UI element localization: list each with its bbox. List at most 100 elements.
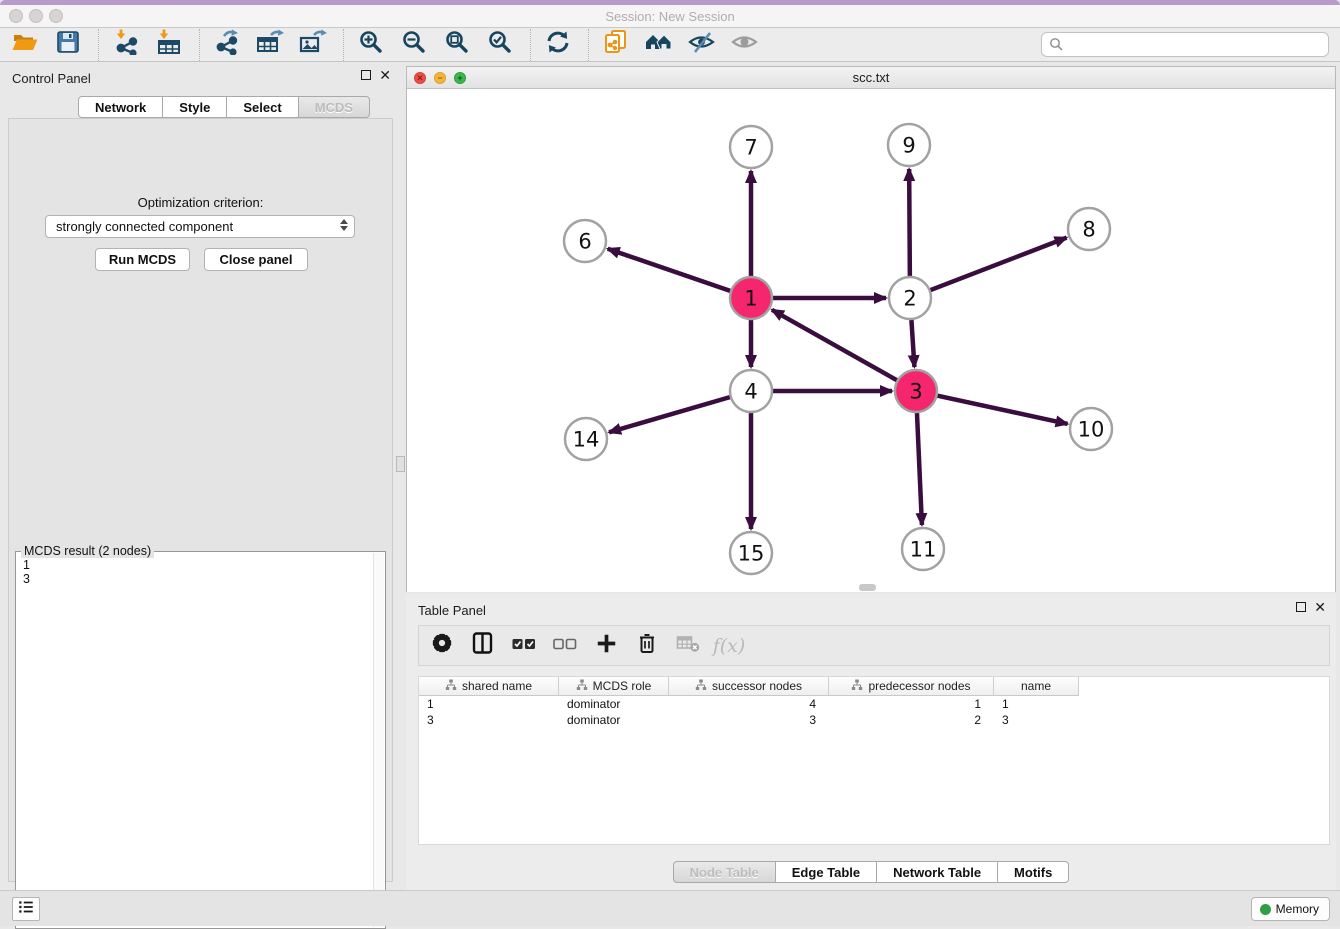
table-cell[interactable]: 3 xyxy=(419,712,559,728)
close-panel-button[interactable]: Close panel xyxy=(204,248,308,271)
tab-edge-table[interactable]: Edge Table xyxy=(775,861,877,883)
open-session-button[interactable] xyxy=(10,30,40,60)
close-table-panel-icon[interactable]: ✕ xyxy=(1314,602,1326,612)
column-header-MCDS-role[interactable]: MCDS role xyxy=(559,677,669,696)
graph-node-14[interactable]: 14 xyxy=(565,418,607,460)
main-toolbar xyxy=(0,28,1340,62)
graph-node-9[interactable]: 9 xyxy=(888,124,930,166)
table-row[interactable]: 3dominator323 xyxy=(419,712,1329,728)
canvas-scrollbar-thumb[interactable] xyxy=(859,584,876,591)
graph-node-7[interactable]: 7 xyxy=(730,126,772,168)
table-cell[interactable]: 4 xyxy=(669,696,829,712)
edge-3-11[interactable] xyxy=(917,413,922,525)
column-header-successor-nodes[interactable]: successor nodes xyxy=(669,677,829,696)
titlebar[interactable]: Session: New Session xyxy=(0,5,1340,28)
float-panel-icon[interactable] xyxy=(361,70,371,80)
import-network-button[interactable] xyxy=(111,30,141,60)
table-panel: Table Panel ✕ f(x) shared xyxy=(406,594,1336,890)
show-all-button[interactable] xyxy=(730,30,760,60)
zoom-in-button[interactable] xyxy=(356,30,386,60)
network-view-window: ✕ − + scc.txt 7 9 6 8 1 2 4 3 14 10 15 11 xyxy=(406,66,1336,592)
column-header-label: predecessor nodes xyxy=(868,679,970,693)
apply-preferred-layout-button[interactable] xyxy=(543,30,573,60)
criterion-dropdown[interactable]: strongly connected component xyxy=(45,215,355,238)
control-panel-title: Control Panel xyxy=(12,71,91,86)
edge-3-10[interactable] xyxy=(937,396,1067,424)
table-cell[interactable]: 2 xyxy=(829,712,994,728)
table-options-button[interactable] xyxy=(429,633,455,659)
column-header-predecessor-nodes[interactable]: predecessor nodes xyxy=(829,677,994,696)
node-label: 9 xyxy=(902,134,915,158)
graph-node-15[interactable]: 15 xyxy=(730,532,772,574)
result-scrollbar[interactable] xyxy=(373,553,384,927)
clone-network-icon xyxy=(603,29,629,60)
select-all-checkboxes-button[interactable] xyxy=(511,633,537,659)
table-cell[interactable]: dominator xyxy=(559,696,669,712)
export-table-button[interactable] xyxy=(255,30,285,60)
table-panel-header: Table Panel ✕ xyxy=(406,594,1336,624)
delete-columns-button[interactable] xyxy=(634,633,660,659)
show-columns-button[interactable] xyxy=(470,633,496,659)
network-canvas[interactable]: 7 9 6 8 1 2 4 3 14 10 15 11 xyxy=(407,89,1335,592)
export-image-button[interactable] xyxy=(298,30,328,60)
network-window-titlebar[interactable]: ✕ − + scc.txt xyxy=(407,67,1335,89)
graph-node-2[interactable]: 2 xyxy=(889,277,931,319)
zoom-out-icon xyxy=(401,29,427,60)
edge-4-14[interactable] xyxy=(609,397,730,432)
table-cell[interactable]: 3 xyxy=(994,712,1079,728)
clone-network-button[interactable] xyxy=(601,30,631,60)
close-panel-icon[interactable]: ✕ xyxy=(379,70,391,80)
graph-node-4[interactable]: 4 xyxy=(730,370,772,412)
tab-select[interactable]: Select xyxy=(226,96,298,118)
save-session-button[interactable] xyxy=(53,30,83,60)
tab-network[interactable]: Network xyxy=(78,96,163,118)
edge-3-1[interactable] xyxy=(772,310,897,380)
table-cell[interactable]: 1 xyxy=(829,696,994,712)
create-column-button[interactable] xyxy=(593,633,619,659)
zoom-selected-button[interactable] xyxy=(485,30,515,60)
table-cell[interactable]: 3 xyxy=(669,712,829,728)
delete-table-button[interactable] xyxy=(675,633,701,659)
edge-1-6[interactable] xyxy=(608,249,730,291)
table-cell[interactable]: 1 xyxy=(994,696,1079,712)
import-table-button[interactable] xyxy=(154,30,184,60)
zoom-out-button[interactable] xyxy=(399,30,429,60)
tab-style[interactable]: Style xyxy=(162,96,227,118)
function-builder-button[interactable]: f(x) xyxy=(716,633,742,659)
zoom-fit-button[interactable] xyxy=(442,30,472,60)
graph-node-8[interactable]: 8 xyxy=(1068,208,1110,250)
tab-network-table[interactable]: Network Table xyxy=(876,861,998,883)
tab-node-table[interactable]: Node Table xyxy=(673,861,776,883)
edge-2-8[interactable] xyxy=(931,238,1067,290)
table-cell[interactable]: 1 xyxy=(419,696,559,712)
unselect-all-checkboxes-button[interactable] xyxy=(552,633,578,659)
reset-view-button[interactable] xyxy=(644,30,674,60)
import-network-icon xyxy=(113,29,139,60)
node-label: 3 xyxy=(909,380,922,404)
delete-table-icon xyxy=(676,632,700,659)
graph-node-10[interactable]: 10 xyxy=(1070,408,1112,450)
graph-node-3[interactable]: 3 xyxy=(895,370,937,412)
tab-motifs[interactable]: Motifs xyxy=(997,861,1069,883)
hierarchy-icon xyxy=(445,679,457,694)
export-network-button[interactable] xyxy=(212,30,242,60)
tab-mcds[interactable]: MCDS xyxy=(298,96,370,118)
run-mcds-button[interactable]: Run MCDS xyxy=(95,248,190,271)
float-table-panel-icon[interactable] xyxy=(1296,602,1306,612)
table-cell[interactable]: dominator xyxy=(559,712,669,728)
task-history-button[interactable] xyxy=(12,897,40,921)
graph-node-11[interactable]: 11 xyxy=(902,528,944,570)
toolbar-separator xyxy=(588,29,589,61)
graph-node-1[interactable]: 1 xyxy=(730,277,772,319)
edge-2-9[interactable] xyxy=(909,169,910,276)
table-row[interactable]: 1dominator411 xyxy=(419,696,1329,712)
memory-button[interactable]: Memory xyxy=(1251,897,1330,921)
column-header-shared-name[interactable]: shared name xyxy=(419,677,559,696)
column-header-name[interactable]: name xyxy=(994,677,1079,696)
mcds-result-text[interactable]: 1 3 xyxy=(16,554,371,926)
search-input[interactable] xyxy=(1041,32,1329,57)
edge-2-3[interactable] xyxy=(911,320,914,367)
panel-divider-grip[interactable] xyxy=(396,456,405,472)
hide-selected-button[interactable] xyxy=(687,30,717,60)
graph-node-6[interactable]: 6 xyxy=(564,220,606,262)
